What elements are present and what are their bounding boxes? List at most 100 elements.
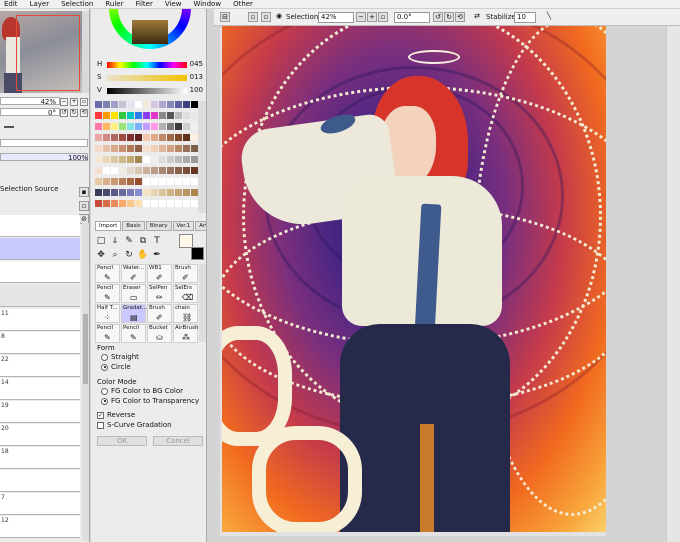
color-swatch[interactable]	[111, 112, 118, 119]
color-swatch[interactable]	[191, 178, 198, 185]
color-swatch[interactable]	[191, 145, 198, 152]
layer-scrollbar-thumb[interactable]	[83, 314, 88, 384]
color-swatch[interactable]	[167, 134, 174, 141]
zoom-icon[interactable]: ⌕	[109, 249, 121, 261]
color-swatch[interactable]	[127, 112, 134, 119]
color-swatch[interactable]	[183, 134, 190, 141]
color-swatch[interactable]	[167, 101, 174, 108]
layer-row[interactable]: 8	[0, 332, 80, 354]
color-swatch[interactable]	[103, 101, 110, 108]
color-swatch[interactable]	[183, 156, 190, 163]
color-swatch[interactable]	[191, 134, 198, 141]
text-tool-icon[interactable]: T	[151, 235, 163, 247]
layer-row[interactable]: 12	[0, 516, 80, 538]
color-swatch[interactable]	[167, 200, 174, 207]
brush-slot-halft[interactable]: Half T... ⁘	[95, 304, 120, 323]
color-swatch[interactable]	[127, 167, 134, 174]
rect-select-icon[interactable]: □	[95, 235, 107, 247]
color-swatch[interactable]	[95, 145, 102, 152]
color-swatch[interactable]	[151, 123, 158, 130]
foreground-color-swatch[interactable]	[179, 234, 193, 248]
color-swatch[interactable]	[191, 189, 198, 196]
layer-row[interactable]	[0, 215, 80, 237]
color-swatch[interactable]	[103, 200, 110, 207]
form-circle-radio[interactable]: Circle	[101, 363, 131, 371]
color-swatch[interactable]	[143, 167, 150, 174]
rotate-icon[interactable]: ↻	[123, 249, 135, 261]
menu-window[interactable]: Window	[193, 0, 221, 9]
layer-row-selected[interactable]	[0, 238, 80, 260]
color-swatch[interactable]	[175, 167, 182, 174]
eyedropper-icon[interactable]: ✒	[151, 249, 163, 261]
artwork-canvas[interactable]	[222, 26, 606, 532]
saturation-value-square[interactable]	[132, 20, 168, 44]
blend-mode-select[interactable]	[0, 139, 88, 147]
color-swatch[interactable]	[111, 189, 118, 196]
color-swatch[interactable]	[159, 178, 166, 185]
brush-slot-pencil[interactable]: Pencil ✎	[121, 324, 146, 343]
color-swatch[interactable]	[103, 178, 110, 185]
color-swatch[interactable]	[191, 156, 198, 163]
color-swatch[interactable]	[95, 156, 102, 163]
color-swatch[interactable]	[135, 200, 142, 207]
brush-slot-eraser[interactable]: Eraser ▭	[121, 284, 146, 303]
tab-import[interactable]: Import	[95, 221, 122, 231]
color-swatch[interactable]	[151, 112, 158, 119]
color-swatch[interactable]	[103, 134, 110, 141]
straight-line-icon[interactable]: ╲	[544, 12, 554, 22]
color-swatch[interactable]	[135, 112, 142, 119]
color-swatch[interactable]	[143, 200, 150, 207]
tab-basic[interactable]: Basic	[122, 221, 145, 231]
color-swatch[interactable]	[167, 145, 174, 152]
color-swatch[interactable]	[119, 134, 126, 141]
brush-slot-water[interactable]: Water... ✐	[121, 264, 146, 283]
toolbar-zoom-out-button[interactable]: −	[356, 12, 366, 22]
fg-to-bg-radio[interactable]: FG Color to BG Color	[101, 387, 183, 395]
brush-slot-pencil[interactable]: Pencil ✎	[95, 324, 120, 343]
angle-select[interactable]: 0.0°	[394, 12, 430, 23]
color-swatch[interactable]	[95, 112, 102, 119]
color-swatch[interactable]	[143, 189, 150, 196]
rotate-right-button[interactable]: ↻	[70, 109, 78, 117]
color-swatch[interactable]	[135, 134, 142, 141]
brush-slot-airbrush[interactable]: AirBrush ⁂	[173, 324, 198, 343]
color-swatch[interactable]	[143, 123, 150, 130]
reverse-checkbox[interactable]: ✓ Reverse	[97, 411, 135, 419]
color-swatch[interactable]	[167, 189, 174, 196]
color-swatch[interactable]	[159, 200, 166, 207]
color-swatch[interactable]	[151, 178, 158, 185]
invert-selection-icon[interactable]: ▫	[248, 12, 258, 22]
color-swatch[interactable]	[143, 178, 150, 185]
rotate-left-button[interactable]: ↺	[60, 109, 68, 117]
color-swatch[interactable]	[119, 123, 126, 130]
brush-slot-selpen[interactable]: SelPen ✏	[147, 284, 172, 303]
color-swatch[interactable]	[159, 167, 166, 174]
selection-source-label[interactable]: Selection Source	[0, 185, 59, 193]
color-swatch[interactable]	[119, 189, 126, 196]
color-swatch[interactable]	[167, 156, 174, 163]
color-swatch[interactable]	[191, 112, 198, 119]
color-wheel[interactable]	[109, 9, 191, 49]
color-swatch[interactable]	[127, 178, 134, 185]
color-swatch[interactable]	[159, 112, 166, 119]
canvas-vertical-scrollbar[interactable]	[666, 26, 680, 542]
color-swatch[interactable]	[175, 101, 182, 108]
color-swatch[interactable]	[111, 156, 118, 163]
layer-row[interactable]: 18	[0, 447, 80, 469]
layer-row[interactable]: 7	[0, 493, 80, 515]
color-swatch[interactable]	[151, 189, 158, 196]
color-swatch[interactable]	[95, 178, 102, 185]
color-swatch[interactable]	[119, 178, 126, 185]
hand-icon[interactable]: ✋	[137, 249, 149, 261]
brush-slot-wb1[interactable]: WB1 ✐	[147, 264, 172, 283]
zoom-out-button[interactable]: −	[60, 98, 68, 106]
ok-button[interactable]: OK	[97, 436, 147, 446]
color-swatch[interactable]	[159, 101, 166, 108]
color-swatch[interactable]	[135, 178, 142, 185]
tab-artistic[interactable]: Artistic	[195, 221, 206, 231]
color-swatch[interactable]	[159, 123, 166, 130]
color-swatch[interactable]	[159, 145, 166, 152]
color-swatch[interactable]	[95, 101, 102, 108]
color-swatch[interactable]	[111, 134, 118, 141]
brush-slot-gradat[interactable]: Gradat... ▤	[121, 304, 147, 323]
